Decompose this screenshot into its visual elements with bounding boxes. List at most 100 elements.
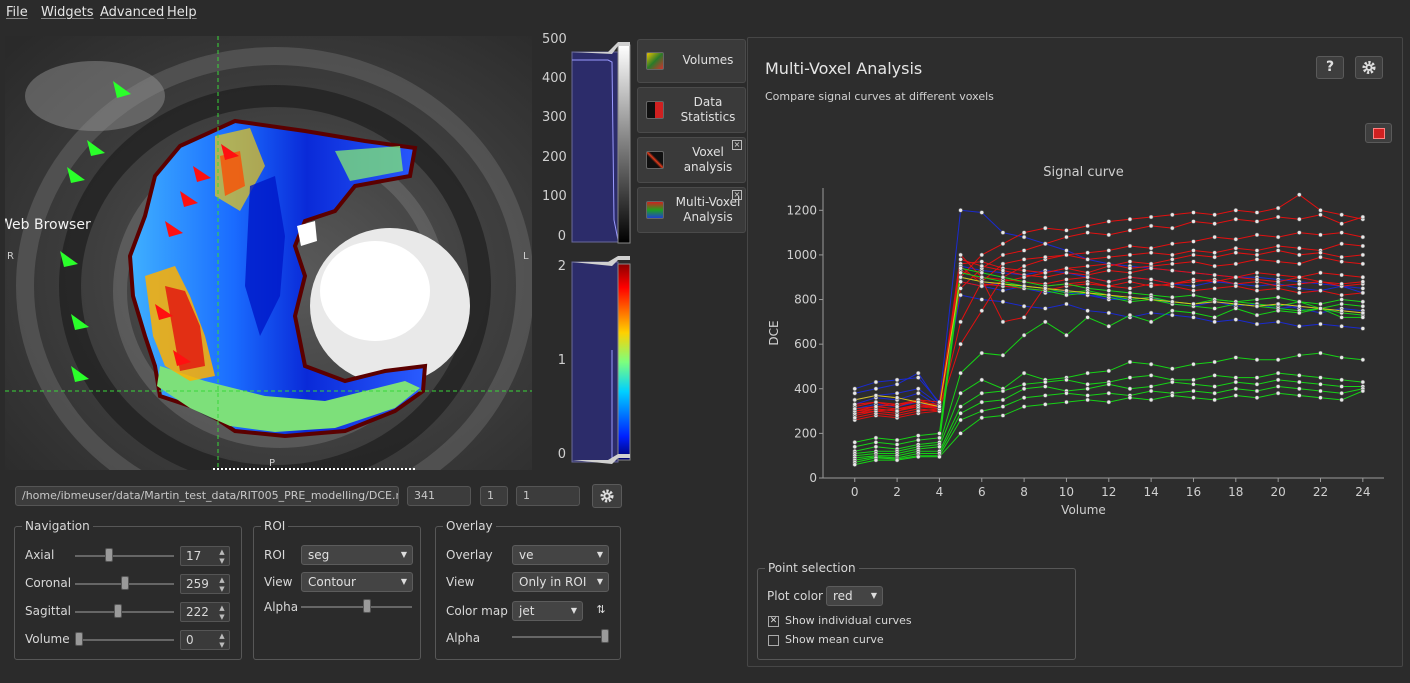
clear-points-button[interactable]: [1365, 123, 1392, 143]
file-path-field[interactable]: /home/ibmeuser/data/Martin_test_data/RIT…: [15, 486, 399, 506]
data-point: [1212, 315, 1217, 320]
colormap-settings-icon[interactable]: ⇅: [593, 603, 609, 619]
data-point: [1085, 382, 1090, 387]
navigation-slider[interactable]: [75, 555, 174, 557]
tab-multi-voxel-analysis[interactable]: Multi-Voxel Analysis ×: [637, 187, 746, 233]
navigation-spinbox[interactable]: 259 ▲ ▼: [180, 574, 230, 594]
tab-voxel-analysis[interactable]: Voxel analysis ×: [637, 137, 746, 183]
data-point: [979, 399, 985, 405]
roi-alpha-slider[interactable]: [301, 606, 412, 608]
hist-bottom-tick: 2: [557, 259, 566, 274]
data-point: [1000, 288, 1006, 293]
navigation-spinbox[interactable]: 17 ▲ ▼: [180, 546, 230, 566]
data-point: [1297, 261, 1302, 267]
data-point: [1021, 274, 1027, 280]
data-point: [1021, 370, 1027, 376]
overlay-alpha-slider-handle[interactable]: [601, 629, 609, 643]
chevron-down-icon[interactable]: ▼: [217, 557, 227, 565]
data-point: [1275, 377, 1281, 383]
data-point: [1127, 395, 1133, 400]
overlay-select-value: ve: [519, 548, 534, 562]
data-point: [979, 279, 985, 284]
data-point: [1254, 388, 1260, 394]
chevron-up-icon[interactable]: ▲: [217, 632, 227, 640]
y-tick-label: 200: [794, 426, 817, 440]
stop-icon: [1373, 128, 1385, 139]
navigation-spinbox-value: 222: [186, 605, 209, 619]
colormap-select[interactable]: jet ▼: [512, 601, 583, 621]
navigation-label: Coronal: [25, 576, 72, 590]
overlay-alpha-slider[interactable]: [512, 636, 609, 638]
data-point: [852, 386, 858, 392]
close-icon[interactable]: ×: [732, 140, 742, 150]
data-point: [979, 390, 985, 396]
navigation-slider-handle[interactable]: [120, 576, 129, 590]
roi-view-select[interactable]: Contour ▼: [301, 572, 413, 592]
data-point: [916, 375, 921, 380]
tab-data-statistics[interactable]: Data Statistics: [637, 87, 746, 133]
navigation-slider-handle[interactable]: [75, 632, 83, 646]
data-point: [1212, 397, 1217, 403]
panel-subtitle: Compare signal curves at different voxel…: [765, 90, 994, 103]
data-point: [873, 457, 879, 463]
menu-help[interactable]: Help: [167, 5, 197, 20]
menu-advanced[interactable]: Advanced: [100, 5, 164, 20]
roi-select[interactable]: seg ▼: [301, 545, 413, 565]
data-point: [1043, 225, 1048, 231]
navigation-spinbox[interactable]: 222 ▲ ▼: [180, 602, 230, 622]
data-point: [937, 435, 942, 441]
coordinate-field-1[interactable]: 341: [407, 486, 471, 506]
data-point: [1339, 230, 1344, 235]
y-tick-label: 400: [794, 382, 817, 396]
plot-color-select[interactable]: red ▼: [826, 586, 883, 606]
chevron-up-icon[interactable]: ▲: [217, 604, 227, 612]
data-point: [1043, 384, 1048, 389]
hist-top-tick: 100: [542, 189, 567, 204]
chevron-up-icon[interactable]: ▲: [217, 548, 227, 556]
roi-alpha-slider-handle[interactable]: [362, 599, 371, 613]
navigation-slider-handle[interactable]: [105, 548, 114, 562]
show-mean-checkbox[interactable]: [768, 635, 779, 646]
data-point: [1254, 382, 1260, 387]
overlay-select[interactable]: ve ▼: [512, 545, 609, 565]
chevron-down-icon[interactable]: ▼: [217, 585, 227, 593]
chevron-down-icon[interactable]: ▼: [217, 613, 227, 621]
data-point: [1000, 404, 1006, 409]
menu-widgets[interactable]: Widgets: [41, 5, 94, 20]
panel-options-button[interactable]: [1355, 56, 1383, 79]
image-viewer[interactable]: R L P Web Browser: [5, 36, 532, 470]
viewer-options-button[interactable]: [592, 484, 622, 508]
chevron-up-icon[interactable]: ▲: [217, 576, 227, 584]
x-tick-label: 14: [1143, 485, 1158, 499]
chevron-down-icon[interactable]: ▼: [217, 641, 227, 649]
tab-volumes[interactable]: Volumes: [637, 39, 746, 83]
data-point: [1212, 319, 1217, 325]
show-individual-checkbox[interactable]: ✕: [768, 616, 779, 627]
overlay-view-select-value: Only in ROI: [519, 575, 587, 589]
x-tick-label: 0: [851, 485, 859, 499]
data-point: [1339, 272, 1344, 278]
navigation-slider-handle[interactable]: [114, 604, 123, 618]
multi-voxel-analysis-panel: Multi-Voxel Analysis Compare signal curv…: [747, 37, 1403, 667]
overlay-view-select[interactable]: Only in ROI ▼: [512, 572, 609, 592]
data-point: [1254, 303, 1260, 309]
navigation-slider[interactable]: [75, 639, 174, 641]
data-point: [1275, 286, 1281, 291]
close-icon[interactable]: ×: [732, 190, 742, 200]
navigation-spinbox[interactable]: 0 ▲ ▼: [180, 630, 230, 650]
data-point: [1021, 263, 1027, 269]
navigation-slider[interactable]: [75, 611, 174, 613]
menu-file[interactable]: File: [6, 5, 28, 20]
show-mean-label: Show mean curve: [785, 633, 884, 646]
data-point: [1233, 379, 1239, 385]
coordinate-field-2[interactable]: 1: [480, 486, 508, 506]
data-point: [1021, 234, 1027, 240]
data-point: [1043, 254, 1048, 260]
chevron-down-icon: ▼: [570, 606, 577, 615]
data-point: [852, 397, 858, 403]
data-point: [916, 390, 921, 396]
help-button[interactable]: ?: [1316, 56, 1344, 79]
histogram-panel: 500 400 300 200 100 0 2 1 0: [540, 32, 635, 472]
data-point: [1106, 310, 1112, 316]
coordinate-field-3[interactable]: 1: [516, 486, 580, 506]
